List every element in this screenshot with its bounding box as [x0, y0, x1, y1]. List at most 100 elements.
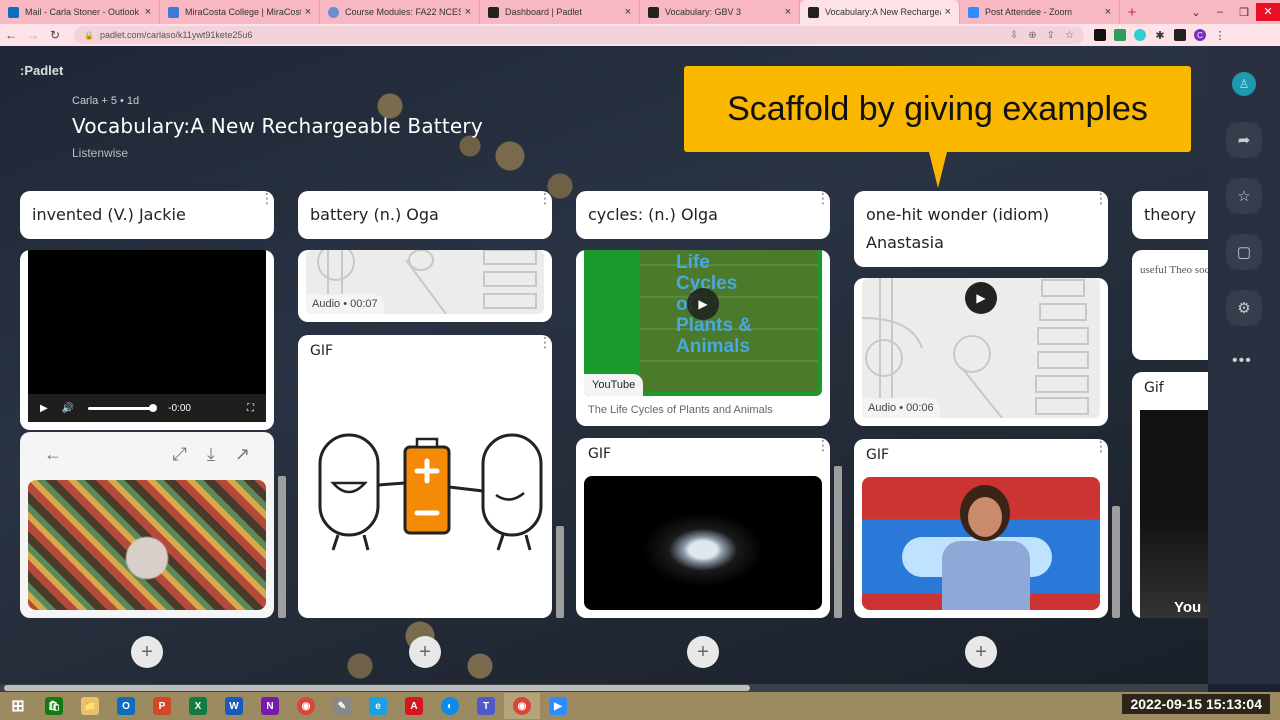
tab-label: Vocabulary: GBV 3: [665, 7, 742, 17]
tab-zoom[interactable]: Post Attendee - Zoom ×: [960, 0, 1120, 24]
close-tab-icon[interactable]: ×: [785, 6, 791, 18]
extension-icon[interactable]: [1094, 29, 1106, 41]
more-options-icon[interactable]: ⋮: [816, 439, 830, 453]
start-button[interactable]: ⊞: [0, 693, 36, 719]
tab-vocabulary-gbv[interactable]: Vocabulary: GBV 3 ×: [640, 0, 800, 24]
taskbar-chrome-profile-icon[interactable]: ◉: [504, 693, 540, 719]
close-tab-icon[interactable]: ×: [305, 6, 311, 18]
add-post-button[interactable]: +: [965, 636, 997, 668]
more-options-icon[interactable]: ⋮: [538, 192, 552, 206]
horizontal-scrollbar[interactable]: [0, 684, 1208, 692]
add-post-button[interactable]: +: [131, 636, 163, 668]
diamond-gif-image[interactable]: [584, 476, 822, 610]
video-player[interactable]: ▶ 🔊 -0:00 ⛶: [28, 250, 266, 422]
download-icon[interactable]: ⤓: [207, 444, 215, 465]
tab-dashboard-padlet[interactable]: Dashboard | Padlet ×: [480, 0, 640, 24]
lock-icon[interactable]: 🔒: [84, 31, 94, 40]
open-external-icon[interactable]: ↗: [235, 444, 250, 465]
taskbar-word-icon[interactable]: W: [216, 693, 252, 719]
play-icon[interactable]: ▶: [687, 288, 719, 320]
audio-player[interactable]: ▶ Audio • 00:06: [862, 278, 1100, 418]
battery-gif-image[interactable]: [298, 395, 552, 595]
tab-search-icon[interactable]: ⌄: [1184, 6, 1208, 19]
remake-button[interactable]: ▢: [1226, 234, 1262, 270]
profile-avatar[interactable]: C: [1194, 29, 1206, 41]
sidepanel-icon[interactable]: [1174, 29, 1186, 41]
tab-vocabulary-battery[interactable]: Vocabulary:A New Rechargeable ×: [800, 0, 960, 24]
minimize-button[interactable]: –: [1208, 6, 1232, 18]
forward-icon[interactable]: →: [22, 28, 44, 42]
favorite-button[interactable]: ☆: [1226, 178, 1262, 214]
column-scrollbar[interactable]: [278, 476, 286, 618]
taskbar-ie-icon[interactable]: e: [360, 693, 396, 719]
play-icon[interactable]: ▶: [965, 282, 997, 314]
more-icon[interactable]: •••: [1232, 352, 1252, 370]
audio-card: Audio • 00:07: [298, 250, 552, 322]
column-scrollbar[interactable]: [1112, 506, 1120, 618]
more-options-icon[interactable]: ⋮: [1094, 440, 1108, 454]
back-arrow-icon[interactable]: ←: [44, 444, 62, 465]
tab-course-modules[interactable]: Course Modules: FA22 NCESL 40 ×: [320, 0, 480, 24]
install-icon[interactable]: ⇩: [1010, 30, 1018, 41]
user-avatar[interactable]: ♙: [1232, 72, 1256, 96]
restore-button[interactable]: ❐: [1232, 6, 1256, 19]
volume-icon[interactable]: 🔊: [62, 403, 74, 414]
tab-miracosta[interactable]: MiraCosta College | MiraCosta C ×: [160, 0, 320, 24]
settings-button[interactable]: ⚙: [1226, 290, 1262, 326]
fullscreen-icon[interactable]: ⛶: [247, 403, 254, 414]
zoom-icon[interactable]: ⊕: [1028, 30, 1036, 41]
taskbar-explorer-icon[interactable]: 📁: [72, 693, 108, 719]
taskbar-powerpoint-icon[interactable]: P: [144, 693, 180, 719]
padlet-logo[interactable]: :Padlet: [20, 63, 63, 78]
extension-icon[interactable]: [1134, 29, 1146, 41]
taskbar-chrome-icon[interactable]: ◉: [288, 693, 324, 719]
sticky-notes-image[interactable]: [28, 480, 266, 610]
back-icon[interactable]: ←: [0, 28, 22, 42]
column-scrollbar[interactable]: [556, 526, 564, 618]
taskbar-store-icon[interactable]: 🛍: [36, 693, 72, 719]
close-tab-icon[interactable]: ×: [945, 6, 951, 18]
word-cloud-image[interactable]: useful Theo socia: [1140, 264, 1208, 276]
expand-icon[interactable]: ⤢: [173, 444, 187, 465]
share-icon[interactable]: ⇪: [1047, 30, 1055, 41]
add-post-button[interactable]: +: [409, 636, 441, 668]
close-tab-icon[interactable]: ×: [625, 6, 631, 18]
add-post-button[interactable]: +: [687, 636, 719, 668]
close-tab-icon[interactable]: ×: [145, 6, 151, 18]
close-window-button[interactable]: ✕: [1256, 3, 1280, 21]
cbeebies-gif-image[interactable]: [862, 477, 1100, 610]
youtube-thumbnail[interactable]: Life Cycles of Plants & Animals ▶ YouTub…: [584, 250, 822, 396]
new-tab-button[interactable]: +: [1120, 4, 1144, 21]
more-options-icon[interactable]: ⋮: [538, 336, 552, 350]
gif-image[interactable]: You: [1140, 410, 1208, 618]
taskbar-excel-icon[interactable]: X: [180, 693, 216, 719]
column-title: invented (V.) Jackie: [32, 205, 186, 224]
more-options-icon[interactable]: ⋮: [816, 192, 830, 206]
column-scrollbar[interactable]: [834, 466, 842, 618]
more-options-icon[interactable]: ⋮: [1094, 192, 1108, 206]
taskbar-onenote-icon[interactable]: N: [252, 693, 288, 719]
youtube-title[interactable]: The Life Cycles of Plants and Animals: [588, 404, 773, 416]
taskbar-paint-icon[interactable]: ✎: [324, 693, 360, 719]
reload-icon[interactable]: ↻: [44, 28, 66, 42]
url-field[interactable]: 🔒 padlet.com/carlaso/k11ywt91kete25u6 ⇩ …: [74, 26, 1084, 44]
taskbar-teams-icon[interactable]: T: [468, 693, 504, 719]
close-tab-icon[interactable]: ×: [465, 6, 471, 18]
taskbar-acrobat-icon[interactable]: A: [396, 693, 432, 719]
taskbar-outlook-icon[interactable]: O: [108, 693, 144, 719]
taskbar-zoom-icon[interactable]: ▶: [540, 693, 576, 719]
tab-outlook[interactable]: Mail - Carla Stoner - Outlook ×: [0, 0, 160, 24]
taskbar-edge-icon[interactable]: ◐: [432, 693, 468, 719]
play-icon[interactable]: ▶: [40, 403, 48, 414]
close-tab-icon[interactable]: ×: [1105, 6, 1111, 18]
more-options-icon[interactable]: ⋮: [260, 192, 274, 206]
audio-player[interactable]: Audio • 00:07: [306, 250, 544, 314]
seek-slider[interactable]: [88, 403, 158, 412]
bookmark-star-icon[interactable]: ☆: [1065, 30, 1074, 41]
menu-icon[interactable]: ⋮: [1214, 29, 1226, 42]
share-button[interactable]: ➦: [1226, 122, 1262, 158]
puzzle-icon[interactable]: ✱: [1154, 29, 1166, 42]
image-preview-card: ← ⤢ ⤓ ↗: [20, 432, 274, 618]
scrollbar-thumb[interactable]: [4, 685, 750, 691]
extension-icon[interactable]: [1114, 29, 1126, 41]
